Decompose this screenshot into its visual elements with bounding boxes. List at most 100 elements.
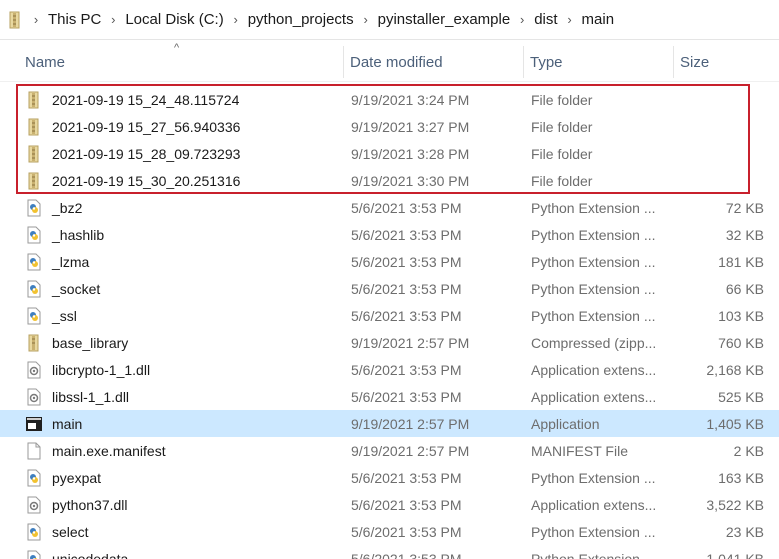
file-name: unicodedata <box>52 550 129 559</box>
breadcrumb-item-main[interactable]: main <box>580 11 617 28</box>
file-row[interactable]: libssl-1_1.dll 5/6/2021 3:53 PM Applicatio… <box>0 383 779 410</box>
file-size: 525 KB <box>718 388 764 405</box>
file-name-cell[interactable]: main.exe.manifest <box>24 437 344 464</box>
folder-icon <box>24 144 44 164</box>
file-name-cell[interactable]: _socket <box>24 275 344 302</box>
file-type: File folder <box>531 145 593 162</box>
file-row[interactable]: _bz2 5/6/2021 3:53 PM Python Extension ...… <box>0 194 779 221</box>
file-row[interactable]: _hashlib 5/6/2021 3:53 PM Python Extension… <box>0 221 779 248</box>
folder-icon <box>24 90 44 110</box>
python-extension-icon <box>24 252 44 272</box>
file-name-cell[interactable]: 2021-09-19 15_24_48.115724 <box>24 86 344 113</box>
file-row[interactable]: 2021-09-19 15_30_20.251316 9/19/2021 3:30… <box>0 167 779 194</box>
folder-icon <box>24 171 44 191</box>
column-header-size[interactable]: Size <box>674 42 769 82</box>
file-row[interactable]: main 9/19/2021 2:57 PM Application 1,405 KB <box>0 410 779 437</box>
file-type: Compressed (zipp... <box>531 334 657 351</box>
breadcrumb-item-this-pc[interactable]: This PC <box>46 11 103 28</box>
file-name-cell[interactable]: unicodedata <box>24 545 344 559</box>
file-name: pyexpat <box>52 469 102 486</box>
file-name-cell[interactable]: select <box>24 518 344 545</box>
file-date-modified: 5/6/2021 3:53 PM <box>351 469 462 486</box>
file-name-cell[interactable]: 2021-09-19 15_30_20.251316 <box>24 167 344 194</box>
chevron-right-icon[interactable]: › <box>560 12 580 27</box>
file-date-modified: 5/6/2021 3:53 PM <box>351 496 462 513</box>
chevron-right-icon[interactable]: › <box>26 12 46 27</box>
file-row[interactable]: main.exe.manifest 9/19/2021 2:57 PM MANIFE… <box>0 437 779 464</box>
file-name-cell[interactable]: libssl-1_1.dll <box>24 383 344 410</box>
breadcrumb-item-dist[interactable]: dist <box>532 11 559 28</box>
file-name-cell[interactable]: _ssl <box>24 302 344 329</box>
file-date-modified: 9/19/2021 2:57 PM <box>351 442 470 459</box>
file-row[interactable]: python37.dll 5/6/2021 3:53 PM Application … <box>0 491 779 518</box>
column-header-name[interactable]: Name <box>0 42 344 82</box>
file-row[interactable]: _ssl 5/6/2021 3:53 PM Python Extension ...… <box>0 302 779 329</box>
file-row[interactable]: pyexpat 5/6/2021 3:53 PM Python Extension … <box>0 464 779 491</box>
file-type: File folder <box>531 91 593 108</box>
file-row[interactable]: unicodedata 5/6/2021 3:53 PM Python Extens… <box>0 545 779 559</box>
file-name-cell[interactable]: 2021-09-19 15_27_56.940336 <box>24 113 344 140</box>
file-date-modified: 5/6/2021 3:53 PM <box>351 280 462 297</box>
address-bar[interactable]: › This PC › Local Disk (C:) › python_pro… <box>0 0 779 40</box>
chevron-right-icon[interactable]: › <box>512 12 532 27</box>
column-header-type[interactable]: Type <box>524 42 674 82</box>
file-size: 32 KB <box>725 226 764 243</box>
file-name-cell[interactable]: main <box>24 410 344 437</box>
file-row[interactable]: 2021-09-19 15_28_09.723293 9/19/2021 3:28… <box>0 140 779 167</box>
file-name-cell[interactable]: _bz2 <box>24 194 344 221</box>
file-name-cell[interactable]: _lzma <box>24 248 344 275</box>
chevron-right-icon[interactable]: › <box>103 12 123 27</box>
file-name-cell[interactable]: 2021-09-19 15_28_09.723293 <box>24 140 344 167</box>
column-header: ^ Name Date modified Type Size <box>0 42 779 82</box>
file-size: 72 KB <box>725 199 764 216</box>
file-row[interactable]: _socket 5/6/2021 3:53 PM Python Extension … <box>0 275 779 302</box>
breadcrumb-item-pyinstaller-example[interactable]: pyinstaller_example <box>376 11 513 28</box>
file-date-modified: 9/19/2021 3:30 PM <box>351 172 470 189</box>
file-row[interactable]: base_library 9/19/2021 2:57 PM Compressed … <box>0 329 779 356</box>
file-name-cell[interactable]: python37.dll <box>24 491 344 518</box>
python-extension-icon <box>24 522 44 542</box>
file-name: main <box>52 415 83 432</box>
breadcrumb-item-python-projects[interactable]: python_projects <box>246 11 356 28</box>
file-name-cell[interactable]: base_library <box>24 329 344 356</box>
file-row[interactable]: 2021-09-19 15_27_56.940336 9/19/2021 3:27… <box>0 113 779 140</box>
file-date-modified: 5/6/2021 3:53 PM <box>351 253 462 270</box>
chevron-right-icon[interactable]: › <box>226 12 246 27</box>
python-extension-icon <box>24 306 44 326</box>
file-size: 2 KB <box>733 442 764 459</box>
file-size: 2,168 KB <box>706 361 764 378</box>
file-name: python37.dll <box>52 496 128 513</box>
file-type: Python Extension ... <box>531 469 656 486</box>
file-name: select <box>52 523 89 540</box>
file-type: Python Extension ... <box>531 523 656 540</box>
file-type: File folder <box>531 118 593 135</box>
application-icon <box>24 414 44 434</box>
file-size: 1,405 KB <box>706 415 764 432</box>
dll-icon <box>24 387 44 407</box>
column-header-date-modified[interactable]: Date modified <box>344 42 524 82</box>
file-row[interactable]: libcrypto-1_1.dll 5/6/2021 3:53 PM Applica… <box>0 356 779 383</box>
file-name-cell[interactable]: _hashlib <box>24 221 344 248</box>
file-name-cell[interactable]: pyexpat <box>24 464 344 491</box>
file-name: base_library <box>52 334 129 351</box>
file-date-modified: 5/6/2021 3:53 PM <box>351 550 462 559</box>
file-name: libcrypto-1_1.dll <box>52 361 151 378</box>
file-name-cell[interactable]: libcrypto-1_1.dll <box>24 356 344 383</box>
file-date-modified: 5/6/2021 3:53 PM <box>351 523 462 540</box>
breadcrumb-item-local-disk[interactable]: Local Disk (C:) <box>123 11 225 28</box>
file-date-modified: 5/6/2021 3:53 PM <box>351 361 462 378</box>
file-name: _socket <box>52 280 101 297</box>
file-type: Python Extension ... <box>531 226 656 243</box>
file-row[interactable]: _lzma 5/6/2021 3:53 PM Python Extension ..… <box>0 248 779 275</box>
file-type: Python Extension ... <box>531 550 656 559</box>
file-name: _ssl <box>52 307 77 324</box>
file-type: Application extens... <box>531 496 657 513</box>
file-name: main.exe.manifest <box>52 442 166 459</box>
file-row[interactable]: 2021-09-19 15_24_48.115724 9/19/2021 3:24… <box>0 86 779 113</box>
file-size: 3,522 KB <box>706 496 764 513</box>
file-date-modified: 9/19/2021 3:27 PM <box>351 118 470 135</box>
file-date-modified: 9/19/2021 3:28 PM <box>351 145 470 162</box>
file-row[interactable]: select 5/6/2021 3:53 PM Python Extension .… <box>0 518 779 545</box>
file-type: Application extens... <box>531 361 657 378</box>
chevron-right-icon[interactable]: › <box>356 12 376 27</box>
